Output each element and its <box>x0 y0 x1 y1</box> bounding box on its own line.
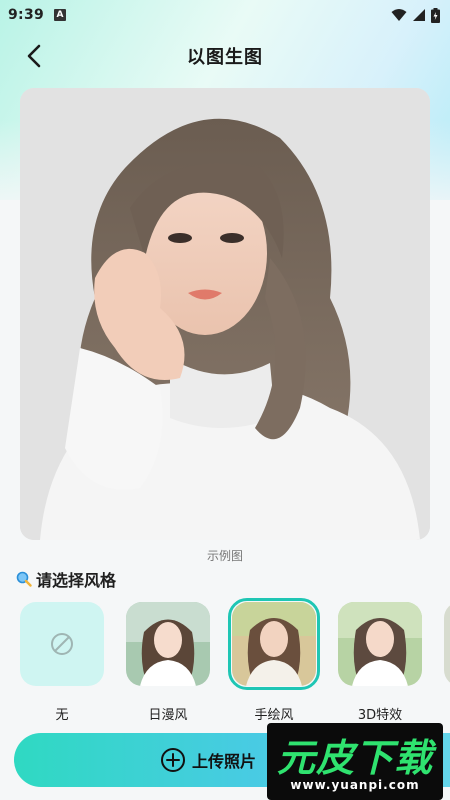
prohibited-icon <box>51 633 73 655</box>
style-thumb-next[interactable] <box>444 602 450 686</box>
handdrawn-style-preview <box>232 602 316 686</box>
upload-photo-label: 上传照片 <box>192 752 257 771</box>
status-time: 9:39 <box>8 7 45 23</box>
upload-photo-button[interactable]: 上传照片 <box>160 744 256 776</box>
style-thumb-handdrawn[interactable] <box>232 602 316 686</box>
chevron-left-icon <box>27 44 41 68</box>
watermark-brand: 元皮下载 <box>276 736 433 780</box>
style-label-anime: 日漫风 <box>148 708 188 723</box>
watermark-url: www.yuanpi.com <box>290 778 420 792</box>
style-thumb-3d[interactable] <box>338 602 422 686</box>
3d-style-preview <box>338 602 422 686</box>
search-icon <box>16 571 32 587</box>
status-bar: 9:39 A <box>0 0 450 30</box>
anime-style-preview <box>126 602 210 686</box>
notification-a-icon: A <box>54 9 67 21</box>
back-button[interactable] <box>18 40 50 72</box>
portrait-illustration <box>20 88 430 540</box>
style-label-none: 无 <box>55 708 69 723</box>
example-image <box>20 88 430 540</box>
signal-icon <box>413 9 425 21</box>
wifi-icon <box>391 9 407 21</box>
style-label-3d: 3D特效 <box>357 708 403 723</box>
style-label-handdrawn: 手绘风 <box>254 708 294 723</box>
status-icons <box>391 7 440 23</box>
style-section-title: 请选择风格 <box>16 567 116 591</box>
style-thumb-anime[interactable] <box>126 602 210 686</box>
style-thumb-none[interactable] <box>20 602 104 686</box>
style-section-label: 请选择风格 <box>36 571 117 590</box>
example-caption: 示例图 <box>206 549 243 563</box>
battery-icon <box>431 7 440 23</box>
page-title: 以图生图 <box>187 47 263 68</box>
style-selector: 无 日漫风 手绘风 3D特效 <box>0 598 450 728</box>
site-watermark: 元皮下载 www.yuanpi.com <box>267 723 443 800</box>
plus-circle-icon <box>161 748 185 772</box>
nav-bar: 以图生图 <box>0 34 450 78</box>
